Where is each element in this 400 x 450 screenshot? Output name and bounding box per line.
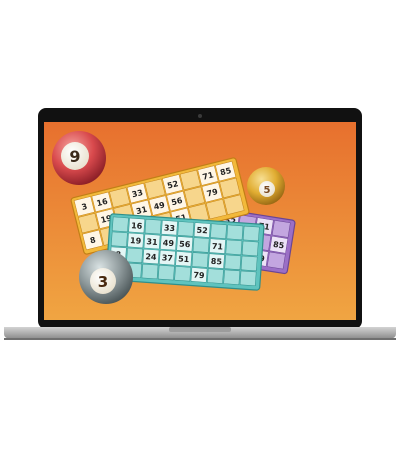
card-cell (226, 224, 244, 241)
card-number: 16 (131, 221, 143, 231)
card-cell (266, 251, 286, 270)
laptop-base (4, 327, 396, 340)
card-cell (223, 269, 241, 285)
laptop-svg: 9 5 3352713149568524375179 3163352718519… (4, 108, 396, 340)
card-number: 79 (193, 271, 205, 281)
card-number: 85 (272, 240, 285, 251)
ball-number-3: 3 (98, 273, 108, 291)
laptop-illustration: 9 5 3352713149568524375179 3163352718519… (0, 0, 400, 450)
card-number: 85 (211, 257, 223, 267)
card-cell (157, 264, 175, 281)
card-cell (242, 225, 260, 242)
card-cell (191, 252, 209, 268)
card-cell (141, 263, 159, 280)
card-cell (241, 240, 259, 257)
card-cell (224, 254, 242, 270)
card-number: 24 (145, 252, 157, 262)
card-cell (110, 231, 128, 247)
card-number: 51 (178, 254, 190, 264)
card-cell (210, 223, 227, 239)
card-cell (207, 268, 224, 284)
card-cell (271, 220, 291, 238)
ball-number-5: 5 (264, 185, 271, 196)
card-number: 71 (212, 242, 224, 252)
card-number: 56 (179, 239, 191, 249)
card-number: 31 (146, 237, 158, 247)
card-number: 19 (130, 236, 142, 246)
card-number: 52 (196, 226, 208, 236)
card-cell (126, 247, 143, 264)
card-cell (174, 266, 192, 282)
card-number: 33 (164, 223, 176, 233)
card-cell (144, 218, 162, 235)
card-cell (225, 239, 243, 255)
bingo-ball-red: 9 (52, 131, 106, 185)
ball-number-9: 9 (69, 147, 80, 166)
card-cell (239, 270, 257, 287)
card-cell (112, 216, 129, 233)
webcam-icon (198, 114, 202, 118)
card-number: 49 (163, 238, 175, 248)
card-cell (240, 255, 258, 272)
bingo-ball-gold: 5 (247, 167, 285, 205)
bingo-ball-gray: 3 (79, 250, 133, 304)
card-cell (192, 237, 210, 253)
trackpad-notch (169, 327, 231, 332)
card-cell (177, 221, 195, 237)
card-number: 37 (161, 253, 173, 263)
